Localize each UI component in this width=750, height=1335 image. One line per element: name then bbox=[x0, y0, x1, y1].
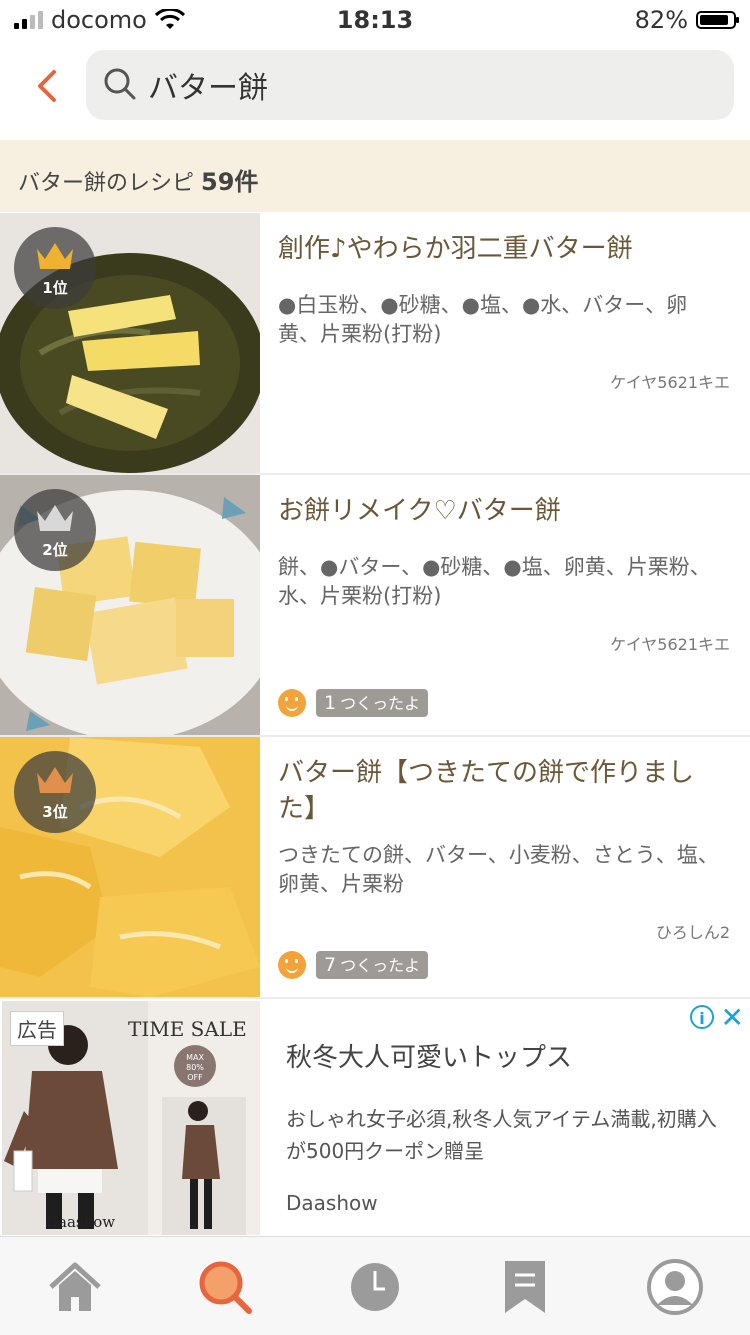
search-tab-icon[interactable] bbox=[195, 1257, 255, 1317]
home-icon[interactable] bbox=[45, 1257, 105, 1317]
recipe-ingredients: つきたての餅、バター、小麦粉、さとう、塩、卵黄、片栗粉 bbox=[278, 843, 719, 896]
sale-badge-line1: MAX bbox=[186, 1053, 204, 1062]
ad-brand-logo: Daashow bbox=[46, 1213, 116, 1231]
recipe-title[interactable]: 創作♪やわらか羽二重バター餅 bbox=[278, 231, 728, 267]
sale-badge-line2: 80% bbox=[186, 1063, 204, 1072]
ad-image[interactable]: 広告 TIME SALE MAX 80% OFF Daashow bbox=[2, 1001, 260, 1235]
rank-label: 3位 bbox=[42, 803, 68, 821]
search-icon bbox=[104, 68, 136, 100]
recipe-author[interactable]: ケイヤ5621キエ bbox=[610, 631, 730, 655]
rank-badge: 3位 bbox=[14, 751, 96, 833]
bookmark-icon[interactable] bbox=[495, 1257, 555, 1317]
rank-badge: 2位 bbox=[14, 489, 96, 571]
ad-headline[interactable]: 秋冬大人可愛いトップス bbox=[286, 1037, 572, 1074]
crown-icon bbox=[37, 767, 73, 793]
recipe-photo[interactable]: 1位 bbox=[0, 213, 260, 473]
tsukurepo-row[interactable]: 7 つくったよ bbox=[278, 951, 429, 979]
status-bar: docomo 18:13 82% bbox=[0, 0, 750, 40]
sale-badge: MAX 80% OFF bbox=[174, 1045, 216, 1087]
crown-icon bbox=[37, 243, 73, 269]
tsukurepo-label: つくったよ bbox=[340, 694, 421, 713]
result-count-text: バター餅のレシピ 59件 bbox=[18, 162, 258, 197]
rank-label: 2位 bbox=[42, 541, 68, 559]
crown-icon bbox=[37, 505, 73, 531]
battery-group: 82% bbox=[634, 6, 739, 34]
recipe-ingredients: ●白玉粉、●砂糖、●塩、●水、バター、卵黄、片栗粉(打粉) bbox=[278, 293, 688, 346]
tsukurepo-row[interactable]: 1 つくったよ bbox=[278, 689, 429, 717]
tsukurepo-label: つくったよ bbox=[340, 956, 421, 975]
result-label: バター餅のレシピ bbox=[18, 171, 195, 196]
result-count-bar: バター餅のレシピ 59件 bbox=[0, 140, 750, 212]
tsukurepo-count: 1 bbox=[324, 692, 337, 714]
ad-info-icon[interactable]: i bbox=[690, 1005, 714, 1029]
recipe-card[interactable]: 3位 バター餅【つきたての餅で作りました】 つきたての餅、バター、小麦粉、さとう… bbox=[0, 737, 750, 999]
ad-banner[interactable]: 広告 TIME SALE MAX 80% OFF Daashow i ✕ 秋冬大… bbox=[0, 997, 750, 1237]
ad-label: 広告 bbox=[10, 1011, 64, 1046]
recipe-photo[interactable]: 2位 bbox=[0, 475, 260, 735]
history-clock-icon[interactable] bbox=[345, 1257, 405, 1317]
tab-bar bbox=[0, 1236, 750, 1335]
profile-icon[interactable] bbox=[645, 1257, 705, 1317]
recipe-ingredients: 餅、●バター、●砂糖、●塩、卵黄、片栗粉、水、片栗粉(打粉) bbox=[278, 555, 711, 608]
recipe-author[interactable]: ケイヤ5621キエ bbox=[610, 369, 730, 393]
tsukurepo-count: 7 bbox=[324, 954, 337, 976]
recipe-title[interactable]: お餅リメイク♡バター餅 bbox=[278, 493, 728, 529]
battery-icon bbox=[696, 11, 739, 29]
battery-percent: 82% bbox=[634, 6, 688, 34]
recipe-card[interactable]: 2位 お餅リメイク♡バター餅 餅、●バター、●砂糖、●塩、卵黄、片栗粉、水、片栗… bbox=[0, 475, 750, 737]
smile-icon bbox=[278, 689, 306, 717]
search-input[interactable] bbox=[146, 58, 710, 112]
tsukurepo-badge: 1 つくったよ bbox=[316, 689, 429, 717]
smile-icon bbox=[278, 951, 306, 979]
recipe-title[interactable]: バター餅【つきたての餅で作りました】 bbox=[278, 755, 728, 827]
result-count: 59件 bbox=[201, 168, 259, 196]
search-header bbox=[0, 40, 750, 140]
rank-badge: 1位 bbox=[14, 227, 96, 309]
rank-label: 1位 bbox=[42, 279, 68, 297]
ad-description: おしゃれ女子必須,秋冬人気アイテム満載,初購入が500円クーポン贈呈 bbox=[286, 1107, 717, 1163]
recipe-author[interactable]: ひろしん2 bbox=[656, 919, 730, 943]
tsukurepo-badge: 7 つくったよ bbox=[316, 951, 429, 979]
ad-advertiser: Daashow bbox=[286, 1191, 378, 1215]
search-field[interactable] bbox=[86, 50, 734, 120]
ad-close-icon[interactable]: ✕ bbox=[721, 1001, 744, 1034]
sale-badge-line3: OFF bbox=[187, 1073, 203, 1082]
recipe-photo[interactable]: 3位 bbox=[0, 737, 260, 997]
recipe-card[interactable]: 1位 創作♪やわらか羽二重バター餅 ●白玉粉、●砂糖、●塩、●水、バター、卵黄、… bbox=[0, 213, 750, 475]
ad-image-text: TIME SALE bbox=[128, 1017, 247, 1041]
back-chevron-icon[interactable] bbox=[28, 66, 68, 106]
